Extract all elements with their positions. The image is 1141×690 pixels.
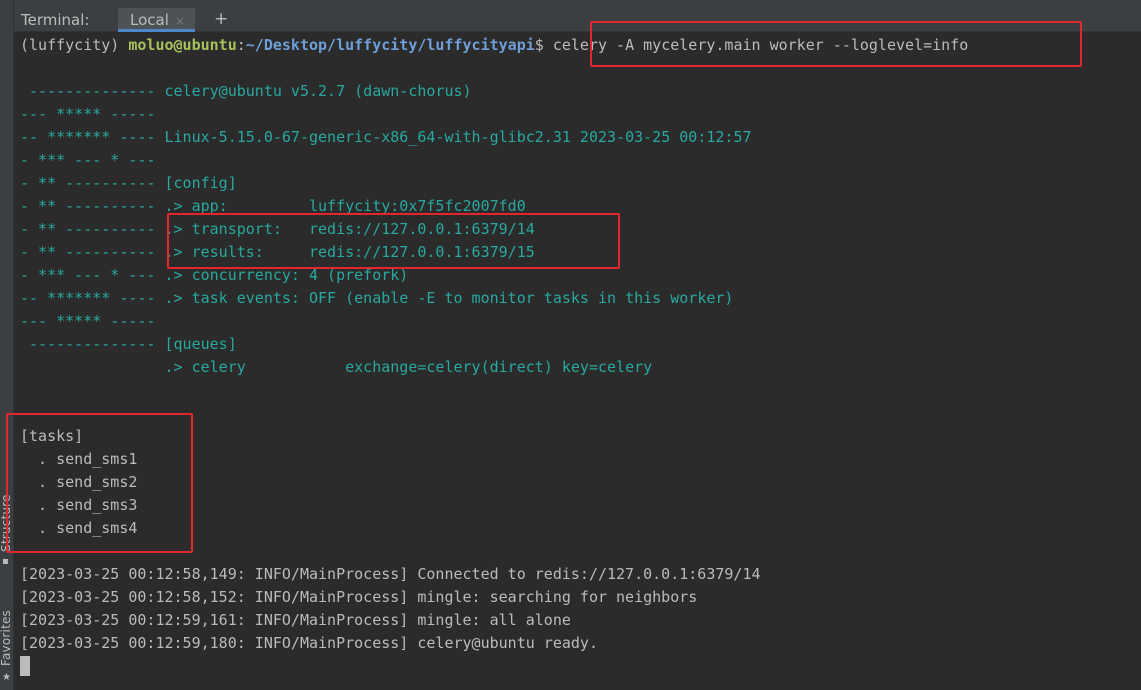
tab-local[interactable]: Local × — [118, 8, 195, 32]
banner-line: -------------- celery@ubuntu v5.2.7 (daw… — [20, 81, 472, 101]
banner-line: --- ***** ----- — [20, 311, 165, 331]
banner-line: - *** --- * --- — [20, 150, 165, 170]
prompt-command: celery -A mycelery.main worker --logleve… — [552, 36, 969, 54]
banner-line: -- ******* ---- .> task events: OFF (ena… — [20, 288, 733, 308]
banner-art: - ** ---------- — [20, 174, 165, 192]
log-line: [2023-03-25 00:12:59,180: INFO/MainProce… — [20, 634, 598, 652]
banner-text: celery@ubuntu v5.2.7 (dawn-chorus) — [164, 82, 472, 100]
banner-art: - ** ---------- — [20, 243, 165, 261]
terminal-output[interactable]: (luffycity) moluo@ubuntu:~/Desktop/luffy… — [14, 33, 1141, 690]
banner-text: .> app: luffycity:0x7f5fc2007fd0 — [164, 197, 526, 215]
banner-line: - ** ---------- .> transport: redis://12… — [20, 219, 535, 239]
prompt-line: (luffycity) moluo@ubuntu:~/Desktop/luffy… — [20, 35, 968, 55]
banner-art: -------------- — [20, 82, 165, 100]
task-item: . send_sms1 — [20, 450, 138, 468]
banner-text: [config] — [164, 174, 237, 192]
banner-line: - ** ---------- [config] — [20, 173, 237, 193]
task-item: . send_sms2 — [20, 473, 138, 491]
banner-art — [20, 358, 165, 376]
banner-art: - *** --- * --- — [20, 266, 165, 284]
prompt-user-host: moluo@ubuntu — [128, 36, 237, 54]
terminal-header: Terminal: Local × + — [14, 8, 1141, 32]
banner-text: .> task events: OFF (enable -E to monito… — [164, 289, 734, 307]
banner-text: .> concurrency: 4 (prefork) — [164, 266, 409, 284]
banner-text: .> celery exchange=celery(direct) key=ce… — [164, 358, 653, 376]
banner-text: Linux-5.15.0-67-generic-x86_64-with-glib… — [164, 128, 752, 146]
banner-line: - ** ---------- .> app: luffycity:0x7f5f… — [20, 196, 526, 216]
banner-art: - ** ---------- — [20, 220, 165, 238]
banner-art: --- ***** ----- — [20, 312, 165, 330]
banner-line: - *** --- * --- .> concurrency: 4 (prefo… — [20, 265, 408, 285]
banner-text: .> results: redis://127.0.0.1:6379/15 — [164, 243, 535, 261]
task-item: . send_sms3 — [20, 496, 138, 514]
prompt-separator: : — [236, 36, 246, 54]
side-tool-strip: ▪ Structure ★ Favorites — [0, 0, 14, 690]
new-tab-button[interactable]: + — [214, 9, 228, 29]
structure-icon[interactable]: ▪ — [2, 556, 9, 567]
banner-line: -- ******* ---- Linux-5.15.0-67-generic-… — [20, 127, 752, 147]
tasks-header: [tasks] — [20, 427, 84, 445]
banner-line: -------------- [queues] — [20, 334, 237, 354]
banner-line: .> celery exchange=celery(direct) key=ce… — [20, 357, 653, 377]
banner-art: - *** --- * --- — [20, 151, 165, 169]
banner-art: -------------- — [20, 335, 165, 353]
task-item: . send_sms4 — [20, 519, 138, 537]
log-line: [2023-03-25 00:12:58,149: INFO/MainProce… — [20, 565, 761, 583]
banner-text: [queues] — [164, 335, 237, 353]
banner-line: --- ***** ----- — [20, 104, 165, 124]
prompt-path: ~/Desktop/luffycity/luffycityapi — [245, 36, 535, 54]
banner-line: - ** ---------- .> results: redis://127.… — [20, 242, 535, 262]
editor-tab-strip — [14, 0, 1141, 8]
prompt-dollar: $ — [534, 36, 553, 54]
banner-art: -- ******* ---- — [20, 128, 165, 146]
log-line: [2023-03-25 00:12:59,161: INFO/MainProce… — [20, 611, 571, 629]
banner-art: - ** ---------- — [20, 197, 165, 215]
terminal-window: ▪ Structure ★ Favorites Terminal: Local ×… — [0, 0, 1141, 690]
terminal-title: Terminal: — [21, 11, 90, 29]
close-icon[interactable]: × — [175, 14, 185, 28]
structure-tool-label[interactable]: Structure — [0, 494, 13, 552]
tab-local-label: Local — [130, 11, 169, 29]
terminal-cursor — [20, 656, 30, 676]
log-line: [2023-03-25 00:12:58,152: INFO/MainProce… — [20, 588, 698, 606]
star-icon[interactable]: ★ — [2, 672, 11, 683]
prompt-env: (luffycity) — [20, 36, 129, 54]
banner-art: -- ******* ---- — [20, 289, 165, 307]
favorites-tool-label[interactable]: Favorites — [0, 610, 13, 666]
banner-art: --- ***** ----- — [20, 105, 165, 123]
banner-text: .> transport: redis://127.0.0.1:6379/14 — [164, 220, 535, 238]
